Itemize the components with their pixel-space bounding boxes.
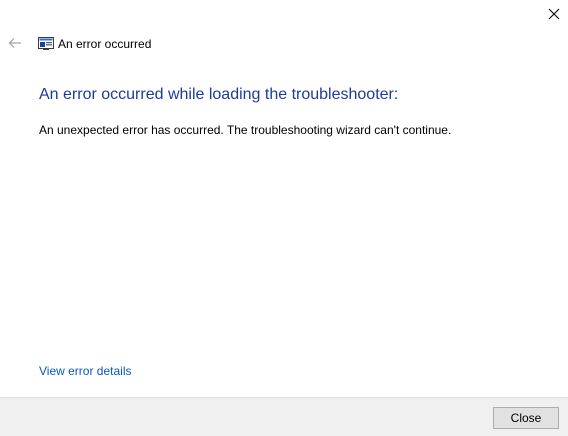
- troubleshooter-error-window: An error occurred An error occurred whil…: [0, 0, 568, 436]
- error-heading: An error occurred while loading the trou…: [39, 86, 399, 103]
- close-button[interactable]: Close: [493, 407, 559, 429]
- back-button[interactable]: [7, 35, 23, 51]
- dialog-footer: Close: [0, 397, 568, 436]
- window-close-button[interactable]: [543, 3, 565, 25]
- view-error-details-link[interactable]: View error details: [39, 363, 131, 379]
- error-message: An unexpected error has occurred. The tr…: [39, 123, 452, 137]
- window-title: An error occurred: [58, 37, 152, 51]
- back-arrow-icon: [8, 38, 21, 48]
- troubleshooter-window-icon: [38, 37, 54, 50]
- close-icon: [548, 8, 560, 20]
